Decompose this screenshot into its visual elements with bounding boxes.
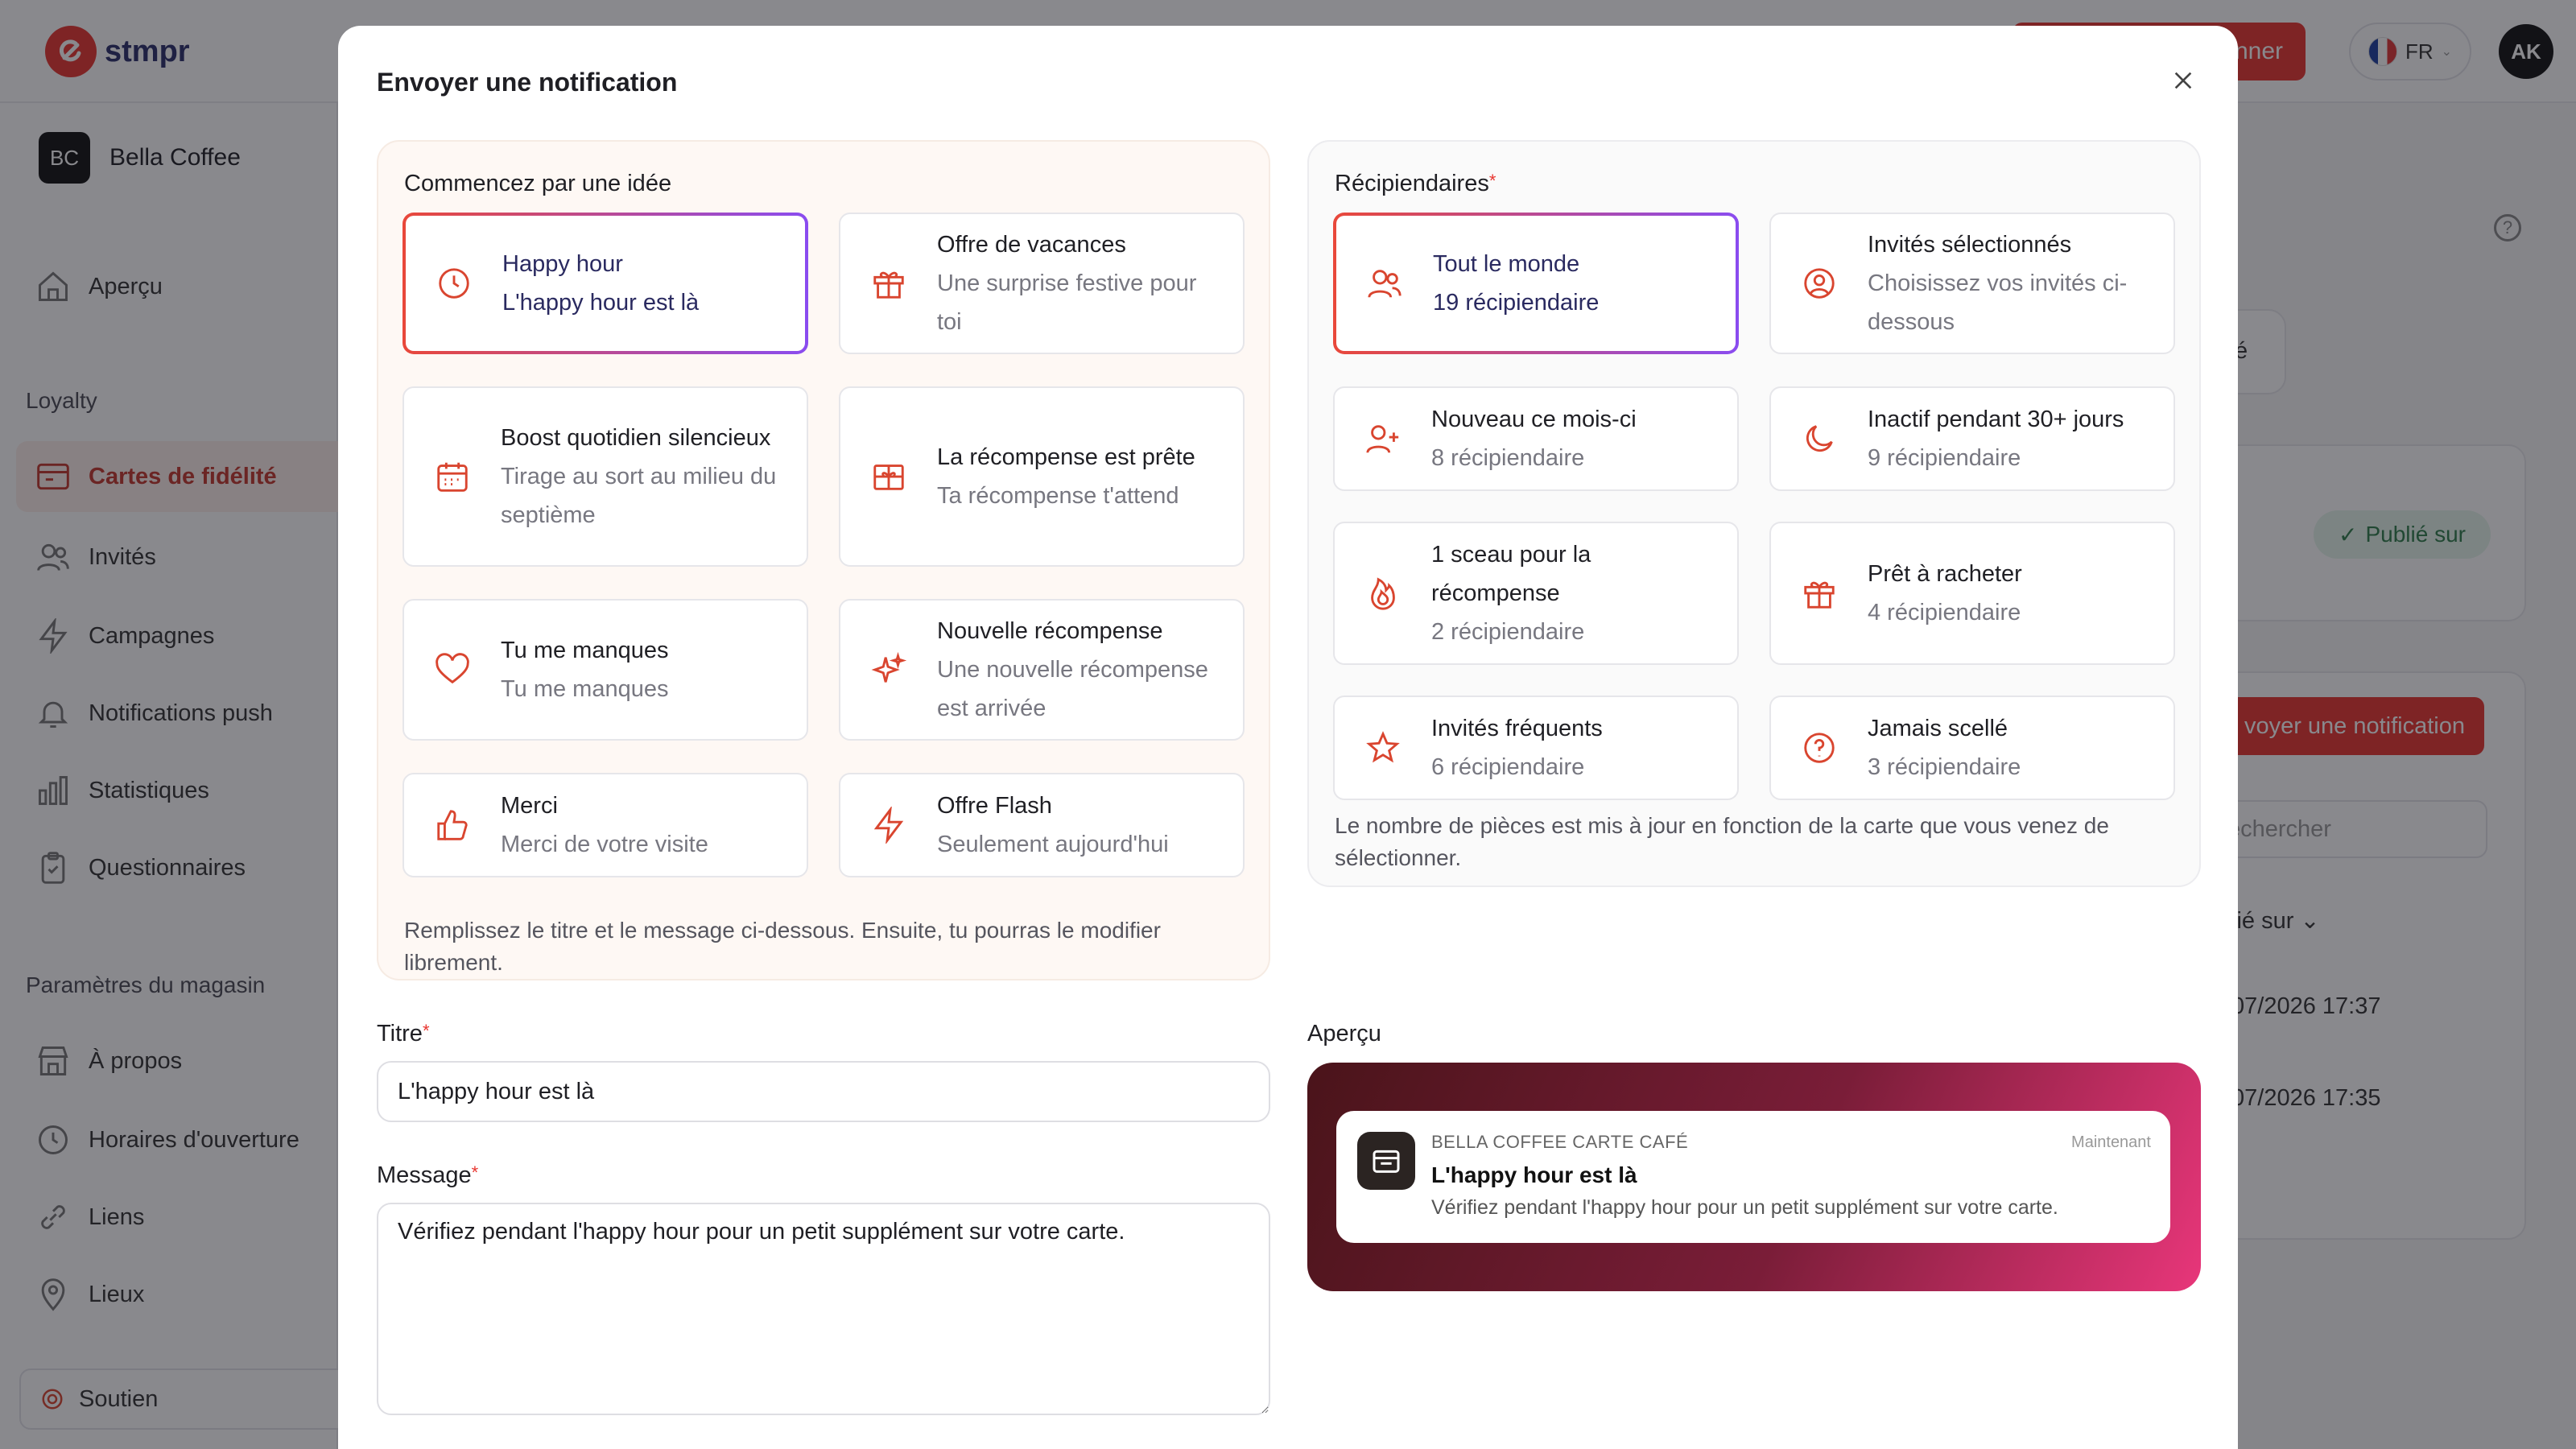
close-icon [2174,72,2192,89]
idea-card-miss-you[interactable]: Tu me manques Tu me manques [402,599,808,741]
recipient-card-new-this-month[interactable]: Nouveau ce mois-ci 8 récipiendaire [1333,386,1739,491]
ideas-hint: Remplissez le titre et le message ci-des… [404,918,1161,975]
card-subtitle: Merci de votre visite [501,832,708,857]
question-icon [1804,733,1835,763]
message-label: Message* [377,1162,479,1188]
modal-title: Envoyer une notification [377,68,678,97]
reward-box-icon [873,464,904,490]
card-title: 1 sceau pour la récompense [1431,542,1591,606]
card-subtitle: Tu me manques [501,676,669,702]
card-title: Jamais scellé [1868,716,2008,741]
card-title: Boost quotidien silencieux [501,425,771,451]
sparkles-icon [871,651,907,683]
card-title: Inactif pendant 30+ jours [1868,407,2124,432]
card-title: Merci [501,793,558,819]
close-button[interactable] [2156,53,2211,108]
card-title: Prêt à racheter [1868,561,2022,587]
recipients-hint: Le nombre de pièces est mis à jour en fo… [1335,813,2109,870]
idea-card-reward-ready[interactable]: La récompense est prête Ta récompense t'a… [839,386,1245,567]
card-subtitle: 9 récipiendaire [1868,445,2021,471]
send-notification-modal: Envoyer une notification Commencez par u… [338,26,2238,1449]
required-asterisk: * [471,1162,479,1183]
recipient-card-one-stamp[interactable]: 1 sceau pour la récompense 2 récipiendair… [1333,522,1739,665]
card-title: Tu me manques [501,638,669,663]
notification-preview: BELLA COFFEE CARTE CAFÉ Maintenant L'hap… [1307,1063,2201,1291]
card-title: Invités fréquents [1431,716,1603,741]
idea-card-happy-hour[interactable]: Happy hour L'happy hour est là [402,213,808,354]
card-title: La récompense est prête [937,444,1195,470]
calendar-icon [437,462,468,492]
card-subtitle: Tirage au sort au milieu du septième [501,464,777,528]
thumbs-up-icon [437,810,468,840]
notification-app-name: BELLA COFFEE CARTE CAFÉ [1431,1132,1689,1152]
notification-title: L'happy hour est là [1431,1162,1637,1187]
heart-icon [436,653,469,684]
notification-bubble: BELLA COFFEE CARTE CAFÉ Maintenant L'hap… [1336,1111,2170,1243]
card-subtitle: 3 récipiendaire [1868,754,2021,780]
card-subtitle: Ta récompense t'attend [937,483,1179,509]
card-subtitle: Une surprise festive pour toi [937,270,1197,335]
preview-label: Aperçu [1307,1021,1381,1046]
card-subtitle: Une nouvelle récompense est arrivée [937,657,1208,721]
title-label: Titre* [377,1021,430,1046]
card-subtitle: 19 récipiendaire [1433,290,1600,316]
required-asterisk: * [422,1021,430,1041]
gift-icon [1804,581,1835,609]
card-subtitle: L'happy hour est là [502,290,700,316]
card-title: Offre de vacances [937,232,1126,258]
card-subtitle: Seulement aujourd'hui [937,832,1169,857]
card-subtitle: 2 récipiendaire [1431,619,1585,645]
idea-card-new-reward[interactable]: Nouvelle récompense Une nouvelle récompen… [839,599,1245,741]
idea-card-holiday-offer[interactable]: Offre de vacances Une surprise festive po… [839,213,1245,354]
card-subtitle: 6 récipiendaire [1431,754,1585,780]
star-icon [1366,731,1400,763]
clock-icon [439,268,469,299]
recipient-card-inactive[interactable]: Inactif pendant 30+ jours 9 récipiendaire [1769,386,2175,491]
recipients-panel: Récipiendaires* Tout le monde 19 récipien… [1307,140,2201,887]
recipients-label: Récipiendaires* [1335,171,1496,196]
user-plus-icon [1366,425,1399,453]
recipient-card-ready-to-redeem[interactable]: Prêt à racheter 4 récipiendaire [1769,522,2175,665]
moon-icon [1806,425,1833,452]
recipient-card-frequent-guests[interactable]: Invités fréquents 6 récipiendaire [1333,696,1739,800]
idea-card-flash-offer[interactable]: Offre Flash Seulement aujourd'hui [839,773,1245,877]
card-title: Invités sélectionnés [1868,232,2072,258]
card-title: Nouvelle récompense [937,618,1163,644]
title-input[interactable] [377,1061,1270,1122]
notification-message: Vérifiez pendant l'happy hour pour un pe… [1431,1196,2058,1219]
required-asterisk: * [1488,171,1496,191]
lightning-icon [873,807,904,844]
card-subtitle: Choisissez vos invités ci-dessous [1868,270,2128,335]
card-subtitle: 8 récipiendaire [1431,445,1585,471]
flame-icon [1371,577,1395,610]
card-title: Tout le monde [1433,251,1580,277]
recipient-card-never-stamped[interactable]: Jamais scellé 3 récipiendaire [1769,696,2175,800]
card-title: Happy hour [502,251,623,277]
user-circle-icon [1804,268,1835,299]
users-icon [1368,270,1402,298]
recipient-card-everyone[interactable]: Tout le monde 19 récipiendaire [1333,213,1739,354]
notification-time: Maintenant [2071,1133,2151,1151]
ideas-panel: Commencez par une idée Happy hour L'happy… [377,140,1270,980]
card-subtitle: 4 récipiendaire [1868,600,2021,625]
card-title: Offre Flash [937,793,1052,819]
wallet-app-icon [1357,1132,1415,1190]
idea-card-daily-boost[interactable]: Boost quotidien silencieux Tirage au sort… [402,386,808,567]
message-textarea[interactable]: Vérifiez pendant l'happy hour pour un pe… [377,1203,1270,1415]
ideas-label: Commencez par une idée [404,171,672,196]
idea-card-thanks[interactable]: Merci Merci de votre visite [402,773,808,877]
recipient-card-selected-guests[interactable]: Invités sélectionnés Choisissez vos invit… [1769,213,2175,354]
card-title: Nouveau ce mois-ci [1431,407,1637,432]
gift-icon [873,271,904,299]
